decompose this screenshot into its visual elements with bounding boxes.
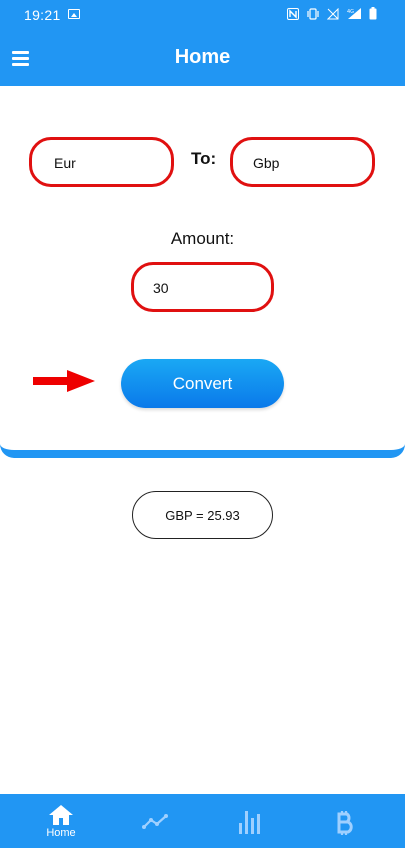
from-currency-value: Eur — [54, 155, 76, 171]
trend-icon — [142, 814, 168, 829]
nav-label-home: Home — [46, 827, 76, 839]
no-signal-icon — [327, 7, 339, 19]
amount-value: 30 — [153, 280, 169, 296]
nav-item-stats[interactable] — [220, 794, 280, 848]
amount-field[interactable]: 30 — [131, 262, 274, 312]
bottom-nav: Home — [0, 794, 405, 848]
bitcoin-icon — [337, 811, 353, 835]
result-badge: GBP = 25.93 — [132, 491, 273, 539]
amount-label: Amount: — [170, 229, 235, 248]
app-bar: Home — [0, 30, 405, 86]
convert-button[interactable]: Convert — [121, 359, 284, 408]
app-screen: 19:21 4G Home Eur To: Gbp Amount: 30 Con… — [0, 0, 405, 848]
network-type: 4G — [347, 9, 354, 15]
home-icon — [49, 805, 73, 825]
battery-icon — [369, 7, 377, 20]
status-icons: 4G — [287, 7, 377, 20]
to-label: To: — [191, 149, 217, 168]
gallery-notification-icon — [68, 9, 80, 19]
nfc-icon — [287, 7, 299, 20]
nav-item-trend[interactable] — [126, 794, 186, 848]
to-currency-field[interactable]: Gbp — [230, 137, 375, 187]
to-currency-value: Gbp — [253, 155, 280, 171]
signal-4g-icon: 4G — [347, 8, 361, 19]
bar-chart-icon — [239, 811, 260, 834]
page-title: Home — [174, 46, 231, 68]
right-arrow-icon — [33, 370, 95, 392]
vibrate-icon — [307, 7, 319, 20]
status-bar: 19:21 4G — [0, 0, 405, 30]
status-time: 19:21 — [24, 7, 61, 23]
nav-item-bitcoin[interactable] — [315, 794, 375, 848]
nav-item-home[interactable]: Home — [31, 794, 91, 848]
from-currency-field[interactable]: Eur — [29, 137, 174, 187]
